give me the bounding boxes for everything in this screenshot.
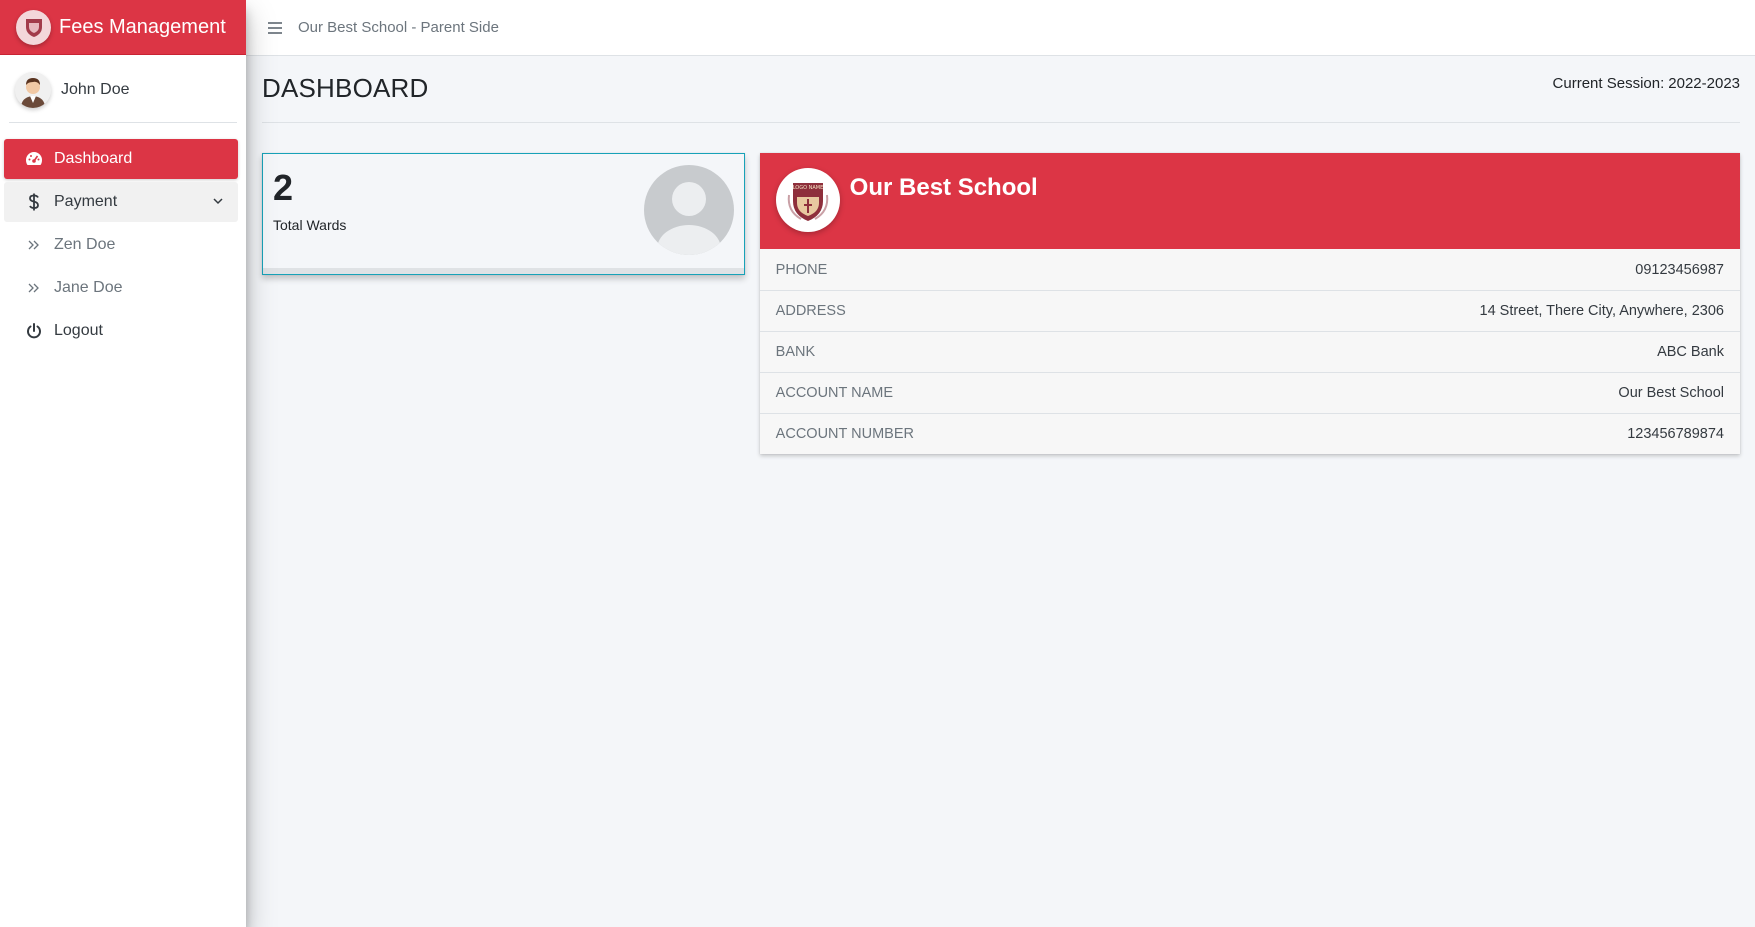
sidebar-nav: Dashboard Payment Zen Doe Jane Doe Logou… xyxy=(0,139,246,351)
box-footer xyxy=(263,268,744,274)
sidebar-item-jane-doe[interactable]: Jane Doe xyxy=(4,268,238,308)
school-info-card: LOGO NAME Our Best School PHONE 09123456… xyxy=(759,153,1740,454)
sidebar-item-label: Dashboard xyxy=(54,150,133,167)
sidebar-item-label: Logout xyxy=(54,322,103,339)
dashboard-cards: 2 Total Wards LOGO NAME Our Best School … xyxy=(262,153,1740,454)
session-value: 2022-2023 xyxy=(1668,75,1740,92)
user-name[interactable]: John Doe xyxy=(61,81,130,99)
school-crest-icon xyxy=(16,9,51,45)
info-row-address: ADDRESS 14 Street, There City, Anywhere,… xyxy=(759,290,1740,331)
current-session: Current Session: 2022-2023 xyxy=(1553,75,1740,92)
info-label: ACCOUNT NUMBER xyxy=(775,426,914,442)
dollar-icon xyxy=(22,193,46,211)
brand-link[interactable]: Fees Management xyxy=(0,0,246,55)
school-name: Our Best School xyxy=(849,174,1038,201)
avatar[interactable] xyxy=(15,71,51,108)
school-header: LOGO NAME Our Best School xyxy=(759,153,1740,249)
info-row-phone: PHONE 09123456987 xyxy=(759,249,1740,290)
info-value: ABC Bank xyxy=(1657,344,1724,360)
info-label: PHONE xyxy=(775,261,828,278)
session-label: Current Session: xyxy=(1552,75,1665,92)
page-title: DASHBOARD xyxy=(262,73,429,103)
power-icon xyxy=(22,323,46,339)
info-value: Our Best School xyxy=(1618,385,1724,401)
info-label: BANK xyxy=(775,344,816,360)
sidebar-item-dashboard[interactable]: Dashboard xyxy=(4,139,238,179)
logo-text: LOGO NAME xyxy=(792,185,823,191)
sidebar-item-zen-doe[interactable]: Zen Doe xyxy=(4,225,238,265)
sidebar-item-logout[interactable]: Logout xyxy=(4,311,238,351)
sidebar-item-label: Payment xyxy=(54,193,118,210)
topbar-title-link[interactable]: Our Best School - Parent Side xyxy=(298,19,499,36)
sidebar-item-label: Jane Doe xyxy=(54,279,123,296)
top-navbar: Our Best School - Parent Side xyxy=(246,0,1755,56)
info-label: ACCOUNT NAME xyxy=(775,385,894,401)
double-chevron-right-icon xyxy=(22,239,46,251)
info-row-account-name: ACCOUNT NAME Our Best School xyxy=(759,372,1740,413)
info-row-bank: BANK ABC Bank xyxy=(759,331,1740,372)
double-chevron-right-icon xyxy=(22,282,46,294)
content-header: DASHBOARD Current Session: 2022-2023 xyxy=(262,56,1740,123)
sidebar-item-payment[interactable]: Payment xyxy=(4,182,238,222)
main-content: DASHBOARD Current Session: 2022-2023 2 To… xyxy=(246,56,1755,927)
chevron-down-icon xyxy=(212,194,224,212)
sidebar: Fees Management John Doe Dashboard Payme… xyxy=(0,0,246,927)
brand-title: Fees Management xyxy=(59,15,226,38)
user-circle-icon xyxy=(643,165,734,260)
tachometer-icon xyxy=(22,151,46,167)
school-info-list: PHONE 09123456987 ADDRESS 14 Street, The… xyxy=(759,249,1740,454)
total-wards-box[interactable]: 2 Total Wards xyxy=(262,153,745,275)
sidebar-item-label: Zen Doe xyxy=(54,236,116,253)
school-logo: LOGO NAME xyxy=(775,168,840,232)
info-label: ADDRESS xyxy=(775,303,846,319)
info-value: 123456789874 xyxy=(1627,426,1724,442)
info-value: 14 Street, There City, Anywhere, 2306 xyxy=(1479,303,1725,319)
info-row-account-number: ACCOUNT NUMBER 123456789874 xyxy=(759,413,1740,454)
info-value: 09123456987 xyxy=(1635,261,1724,278)
hamburger-menu-icon[interactable] xyxy=(268,21,282,34)
user-panel: John Doe xyxy=(9,55,237,123)
